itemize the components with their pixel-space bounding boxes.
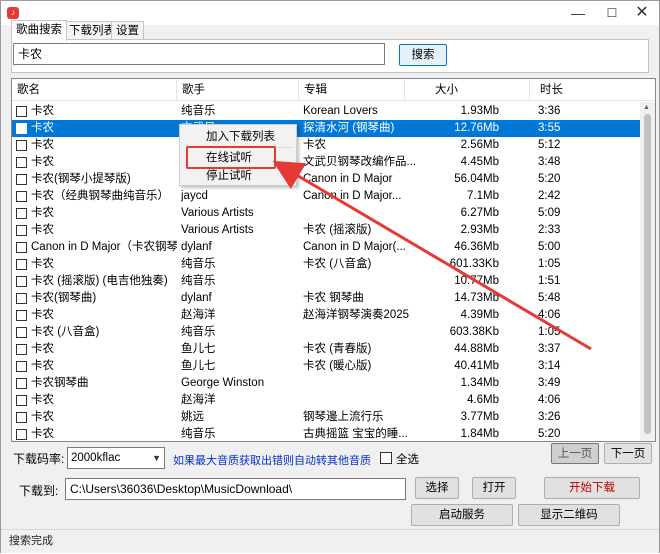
next-page-button[interactable]: 下一页: [604, 443, 652, 464]
start-service-button[interactable]: 启动服务: [411, 504, 513, 526]
select-all-checkbox[interactable]: [380, 452, 392, 464]
start-download-button[interactable]: 开始下载: [544, 477, 640, 499]
status-bar: 搜索完成: [1, 529, 659, 553]
bitrate-value: 2000kflac: [71, 452, 121, 464]
tab-song-search[interactable]: 歌曲搜索: [11, 20, 67, 41]
bitrate-select[interactable]: 2000kflac ▼: [67, 447, 165, 469]
status-text: 搜索完成: [9, 535, 53, 547]
select-all-label: 全选: [396, 454, 419, 466]
bitrate-label: 下载码率:: [13, 452, 65, 466]
annotation-arrow-icon: [272, 160, 592, 351]
app-window: ♪ — ☐ ✕ 歌曲搜索 下载列表 设置 卡农 搜索 歌名 歌手 专辑 大小 时…: [0, 0, 660, 553]
download-path-input[interactable]: C:\Users\36036\Desktop\MusicDownload\: [65, 478, 406, 500]
quality-hint: 如果最大音质获取出错则自动转其他音质: [173, 455, 371, 467]
choose-folder-button[interactable]: 选择: [415, 477, 459, 499]
chevron-down-icon: ▼: [152, 453, 161, 463]
open-folder-button[interactable]: 打开: [472, 477, 516, 499]
show-qrcode-button[interactable]: 显示二维码: [518, 504, 620, 526]
download-to-label: 下载到:: [19, 484, 59, 498]
prev-page-button[interactable]: 上一页: [551, 443, 599, 464]
